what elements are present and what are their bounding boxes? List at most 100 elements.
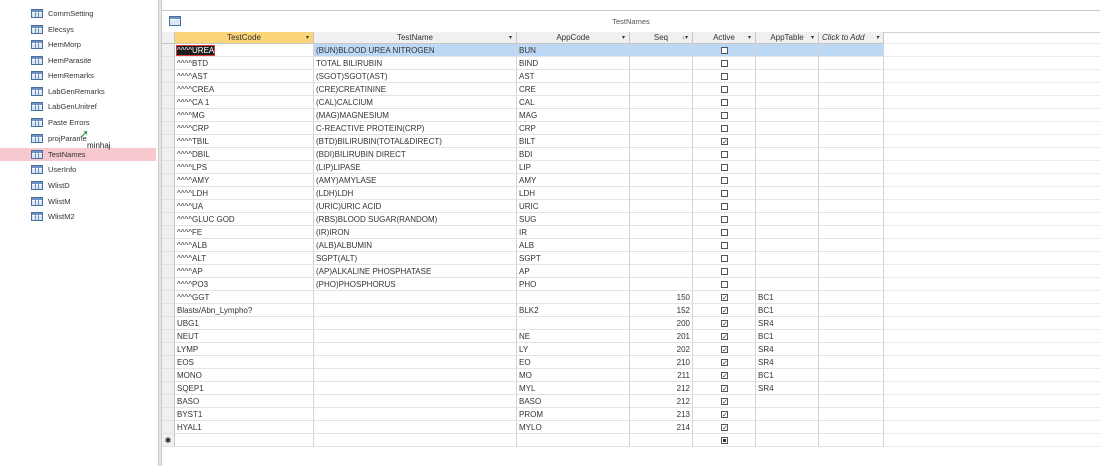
record-selector[interactable] <box>162 200 175 213</box>
sort-filter-arrow-icon[interactable]: ▾ <box>622 32 625 44</box>
cell-test-code[interactable]: BASO <box>175 395 314 408</box>
cell-app-code[interactable]: CRE <box>517 83 630 96</box>
record-selector[interactable] <box>162 44 175 57</box>
cell-test-name[interactable]: C-REACTIVE PROTEIN(CRP) <box>314 122 517 135</box>
column-header-seq[interactable]: Seq ↓▾ <box>630 32 693 44</box>
cell-test-name[interactable]: (IR)IRON <box>314 226 517 239</box>
cell-test-name[interactable] <box>314 421 517 434</box>
active-checkbox[interactable] <box>721 383 728 394</box>
cell-add[interactable] <box>819 330 884 343</box>
sort-filter-arrow-icon[interactable]: ▾ <box>876 32 879 44</box>
record-selector[interactable] <box>162 382 175 395</box>
sort-filter-arrow-icon[interactable]: ↓▾ <box>682 32 688 44</box>
record-selector[interactable] <box>162 265 175 278</box>
cell-app-table[interactable] <box>756 265 819 278</box>
active-checkbox[interactable] <box>721 164 728 171</box>
cell-app-code[interactable] <box>517 434 630 447</box>
cell-add[interactable] <box>819 161 884 174</box>
cell-active[interactable] <box>693 395 756 408</box>
cell-add[interactable] <box>819 174 884 187</box>
cell-test-name[interactable]: TOTAL BILIRUBIN <box>314 57 517 70</box>
cell-seq[interactable] <box>630 252 693 265</box>
record-selector[interactable] <box>162 356 175 369</box>
record-selector[interactable] <box>162 161 175 174</box>
cell-app-code[interactable]: MAG <box>517 109 630 122</box>
cell-active[interactable] <box>693 317 756 330</box>
cell-add[interactable] <box>819 213 884 226</box>
cell-test-code[interactable]: MONO <box>175 369 314 382</box>
cell-app-code[interactable]: LIP <box>517 161 630 174</box>
cell-test-code[interactable]: ^^^^AP <box>175 265 314 278</box>
cell-app-code[interactable] <box>517 291 630 304</box>
cell-test-name[interactable]: (BDI)BILIRUBIN DIRECT <box>314 148 517 161</box>
active-checkbox[interactable] <box>721 370 728 381</box>
active-checkbox[interactable] <box>721 255 728 262</box>
record-selector[interactable] <box>162 135 175 148</box>
active-checkbox[interactable] <box>721 86 728 93</box>
cell-app-code[interactable]: CRP <box>517 122 630 135</box>
active-checkbox[interactable] <box>721 216 728 223</box>
record-selector[interactable] <box>162 148 175 161</box>
nav-item-wlistm2[interactable]: WlistM2 <box>0 210 156 223</box>
cell-test-code[interactable]: Blasts/Abn_Lympho? <box>175 304 314 317</box>
cell-test-name[interactable] <box>314 304 517 317</box>
cell-app-code[interactable]: AP <box>517 265 630 278</box>
cell-active[interactable] <box>693 148 756 161</box>
sort-filter-arrow-icon[interactable]: ▾ <box>509 32 512 44</box>
cell-app-table[interactable]: BC1 <box>756 304 819 317</box>
cell-app-code[interactable]: AMY <box>517 174 630 187</box>
nav-item-hemparasite[interactable]: HemParasite <box>0 54 156 67</box>
cell-add[interactable] <box>819 343 884 356</box>
cell-seq[interactable] <box>630 200 693 213</box>
cell-test-name[interactable]: (LIP)LIPASE <box>314 161 517 174</box>
record-selector[interactable] <box>162 83 175 96</box>
cell-active[interactable] <box>693 135 756 148</box>
nav-item-testnames[interactable]: TestNames <box>0 148 156 161</box>
cell-seq[interactable]: 213 <box>630 408 693 421</box>
column-header-test-code[interactable]: TestCode ▾ <box>175 32 314 44</box>
cell-app-code[interactable]: BIND <box>517 57 630 70</box>
cell-app-table[interactable]: BC1 <box>756 369 819 382</box>
cell-active[interactable] <box>693 200 756 213</box>
cell-add[interactable] <box>819 304 884 317</box>
cell-app-code[interactable]: IR <box>517 226 630 239</box>
cell-app-code[interactable]: ALB <box>517 239 630 252</box>
cell-add[interactable] <box>819 382 884 395</box>
cell-test-code[interactable]: ^^^^UA <box>175 200 314 213</box>
cell-app-table[interactable] <box>756 408 819 421</box>
cell-add[interactable] <box>819 109 884 122</box>
cell-seq[interactable] <box>630 434 693 447</box>
active-checkbox[interactable] <box>721 112 728 119</box>
cell-app-code[interactable]: BDI <box>517 148 630 161</box>
cell-seq[interactable]: 200 <box>630 317 693 330</box>
record-selector[interactable] <box>162 96 175 109</box>
cell-active[interactable] <box>693 408 756 421</box>
record-selector[interactable] <box>162 174 175 187</box>
cell-app-table[interactable] <box>756 278 819 291</box>
cell-test-code[interactable]: EOS <box>175 356 314 369</box>
cell-add[interactable] <box>819 291 884 304</box>
cell-app-table[interactable] <box>756 83 819 96</box>
active-checkbox[interactable] <box>721 99 728 106</box>
cell-add[interactable] <box>819 252 884 265</box>
cell-app-code[interactable]: MYLO <box>517 421 630 434</box>
nav-item-wlistd[interactable]: WlistD <box>0 179 156 192</box>
cell-add[interactable] <box>819 83 884 96</box>
cell-app-table[interactable] <box>756 395 819 408</box>
cell-app-code[interactable]: NE <box>517 330 630 343</box>
cell-app-table[interactable] <box>756 122 819 135</box>
record-selector[interactable] <box>162 421 175 434</box>
cell-seq[interactable] <box>630 122 693 135</box>
cell-active[interactable] <box>693 356 756 369</box>
active-checkbox[interactable] <box>721 437 728 444</box>
column-header-test-name[interactable]: TestName ▾ <box>314 32 517 44</box>
active-checkbox[interactable] <box>721 203 728 210</box>
sort-filter-arrow-icon[interactable]: ▾ <box>748 32 751 44</box>
cell-test-code[interactable]: ^^^^GGT <box>175 291 314 304</box>
cell-app-table[interactable]: SR4 <box>756 356 819 369</box>
cell-seq[interactable] <box>630 213 693 226</box>
cell-app-code[interactable]: MYL <box>517 382 630 395</box>
active-checkbox[interactable] <box>721 229 728 236</box>
cell-test-code[interactable]: ^^^^AST <box>175 70 314 83</box>
cell-seq[interactable] <box>630 96 693 109</box>
